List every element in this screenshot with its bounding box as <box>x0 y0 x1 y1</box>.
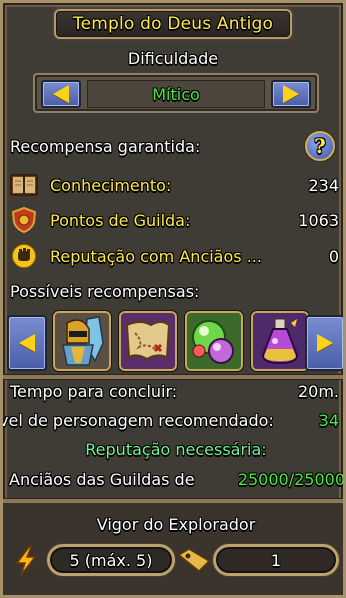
difficulty-value: Mítico <box>87 80 265 108</box>
possible-rewards-carousel <box>7 309 343 375</box>
arrow-left-icon <box>19 334 35 352</box>
book-icon <box>10 174 38 196</box>
magic-orbs-icon <box>187 313 241 369</box>
potion-flask-icon <box>253 313 307 369</box>
difficulty-selector: Mítico <box>33 73 319 113</box>
elders-fist-icon <box>11 243 37 269</box>
rep-required-row: Reputação necessária: <box>3 437 343 463</box>
time-row: Tempo para concluir: 20m. <box>3 379 343 405</box>
level-row: vel de personagem recomendado: 34 <box>0 408 343 434</box>
possible-heading: Possíveis recompensas: <box>10 282 200 301</box>
reward-slot[interactable] <box>251 311 309 371</box>
guild-shield-icon <box>11 206 37 234</box>
difficulty-prev-button[interactable] <box>41 80 81 108</box>
time-label: Tempo para concluir: <box>10 382 178 401</box>
treasure-map-icon <box>121 313 175 369</box>
reward-guild-points-value: 1063 <box>298 211 339 230</box>
arrow-right-icon <box>317 334 333 352</box>
dungeon-title: Templo do Deus Antigo <box>54 9 292 39</box>
reward-slot[interactable] <box>53 311 111 371</box>
ticket-counter: 1 <box>213 544 339 576</box>
guaranteed-heading: Recompensa garantida: <box>10 137 201 156</box>
reward-slot[interactable] <box>185 311 243 371</box>
level-label: vel de personagem recomendado: <box>0 411 274 430</box>
reward-guild-points-row: Pontos de Guilda: 1063 <box>3 206 343 234</box>
reward-guild-points-label: Pontos de Guilda: <box>50 211 191 230</box>
reward-slot[interactable] <box>119 311 177 371</box>
knight-armor-icon <box>55 313 109 369</box>
possible-heading-row: Possíveis recompensas: <box>3 279 343 305</box>
reward-knowledge-row: Conhecimento: 234 <box>3 173 343 199</box>
arrow-right-icon <box>283 85 299 103</box>
reward-knowledge-value: 234 <box>308 176 339 195</box>
level-value: 34 <box>318 411 339 430</box>
energy-counter: 5 (máx. 5) <box>47 544 175 576</box>
rep-value: 25000/25000 <box>237 470 345 489</box>
difficulty-next-button[interactable] <box>271 80 311 108</box>
rep-label: Anciãos das Guildas de <box>9 470 195 489</box>
vigor-section: Vigor do Explorador 5 (máx. 5) 1 <box>3 503 343 595</box>
reward-reputation-label: Reputação com Anciãos ... <box>50 247 262 266</box>
help-button[interactable]: ? <box>305 131 335 161</box>
arrow-left-icon <box>53 85 69 103</box>
ticket-icon <box>177 548 211 573</box>
vigor-title: Vigor do Explorador <box>96 515 256 534</box>
rep-row: Anciãos das Guildas de 25000/25000 <box>3 467 345 493</box>
dungeon-panel: Templo do Deus Antigo Dificuldade Mítico… <box>0 0 346 598</box>
guaranteed-heading-row: Recompensa garantida: <box>3 134 343 160</box>
difficulty-label: Dificuldade <box>127 49 219 68</box>
reward-reputation-value: 0 <box>328 247 339 266</box>
lightning-icon <box>15 546 37 576</box>
rewards-next-button[interactable] <box>305 315 343 371</box>
reward-reputation-row: Reputação com Anciãos ... 0 <box>3 243 343 270</box>
rep-required-label: Reputação necessária: <box>85 440 267 459</box>
rewards-prev-button[interactable] <box>7 315 47 371</box>
time-value: 20m. <box>297 382 339 401</box>
reward-knowledge-label: Conhecimento: <box>50 176 172 195</box>
